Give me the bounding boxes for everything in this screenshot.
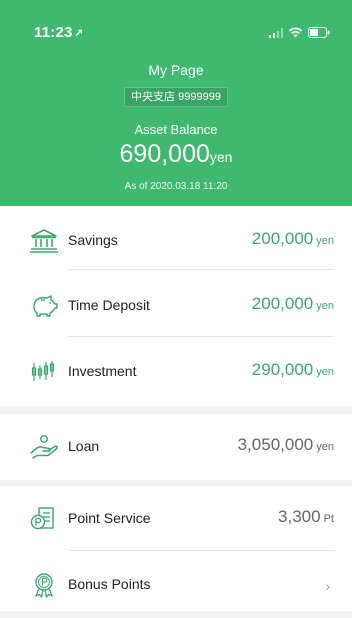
loan-hand-coin-icon [30, 435, 58, 459]
account-amount-unit: yen [316, 300, 334, 312]
chevron-right-icon: › [325, 578, 330, 594]
account-amount-number: 200,000 [251, 294, 314, 313]
my-page-screen: 11:23 ➚ My Page 中央支店 9999999 Asset Balan… [0, 0, 352, 611]
bonus-points-row[interactable]: Bonus Points › [0, 552, 352, 618]
loan-amount-unit: yen [316, 441, 334, 453]
wifi-icon [288, 27, 303, 38]
point-service-label: Point Service [68, 510, 151, 526]
divider [68, 269, 334, 270]
as-of-timestamp: As of 2020.03.18 11:20 [124, 181, 228, 192]
account-row-time-deposit[interactable]: Time Deposit 200,000 yen [0, 273, 352, 339]
asset-balance-label: Asset Balance [134, 122, 218, 137]
account-amount-unit: yen [316, 366, 334, 378]
battery-icon [308, 27, 330, 38]
account-amount-number: 290,000 [251, 360, 314, 379]
status-time: 11:23 ➚ [34, 24, 84, 41]
asset-balance-number: 690,000 [119, 140, 210, 168]
accounts-section: Savings 200,000 yen Time Deposit 200,000 y… [0, 206, 352, 406]
point-amount-unit: Pt [323, 513, 334, 525]
point-service-row[interactable]: Point Service 3,300 Pt [0, 486, 352, 552]
divider [68, 336, 334, 337]
account-row-investment[interactable]: Investment 290,000 yen [0, 339, 352, 405]
account-amount: 200,000 yen [252, 294, 334, 314]
status-time-text: 11:23 [34, 24, 73, 41]
point-service-amount: 3,300 Pt [278, 507, 334, 527]
branch-badge: 中央支店 9999999 [124, 87, 228, 107]
account-amount: 290,000 yen [252, 360, 334, 380]
point-amount-number: 3,300 [278, 507, 321, 526]
header: 11:23 ➚ My Page 中央支店 9999999 Asset Balan… [0, 0, 352, 206]
account-label: Time Deposit [68, 297, 150, 313]
candlestick-chart-icon [31, 361, 55, 381]
status-icons [269, 27, 330, 38]
account-label: Investment [68, 363, 137, 379]
loan-amount-number: 3,050,000 [237, 435, 314, 454]
account-amount-unit: yen [316, 235, 334, 247]
account-row-loan[interactable]: Loan 3,050,000 yen [0, 414, 352, 480]
location-arrow-icon: ➚ [74, 27, 84, 39]
page-title: My Page [148, 62, 204, 78]
account-amount: 200,000 yen [252, 229, 334, 249]
loan-section: Loan 3,050,000 yen [0, 414, 352, 480]
account-label: Savings [68, 232, 118, 248]
point-card-icon [30, 507, 54, 530]
piggy-bank-icon [33, 295, 58, 317]
account-amount-number: 200,000 [251, 229, 314, 248]
bank-icon [30, 229, 58, 253]
points-section: Point Service 3,300 Pt Bonus Points › [0, 486, 352, 611]
status-bar: 11:23 ➚ [0, 0, 352, 44]
medal-icon [35, 573, 53, 598]
account-row-savings[interactable]: Savings 200,000 yen [0, 208, 352, 274]
bonus-points-label: Bonus Points [68, 576, 151, 592]
asset-balance-amount: 690,000yen [0, 140, 352, 169]
loan-label: Loan [68, 438, 100, 454]
divider [68, 550, 334, 551]
asset-balance-unit: yen [209, 149, 233, 165]
loan-amount: 3,050,000 yen [238, 435, 334, 455]
signal-icon [269, 27, 283, 38]
